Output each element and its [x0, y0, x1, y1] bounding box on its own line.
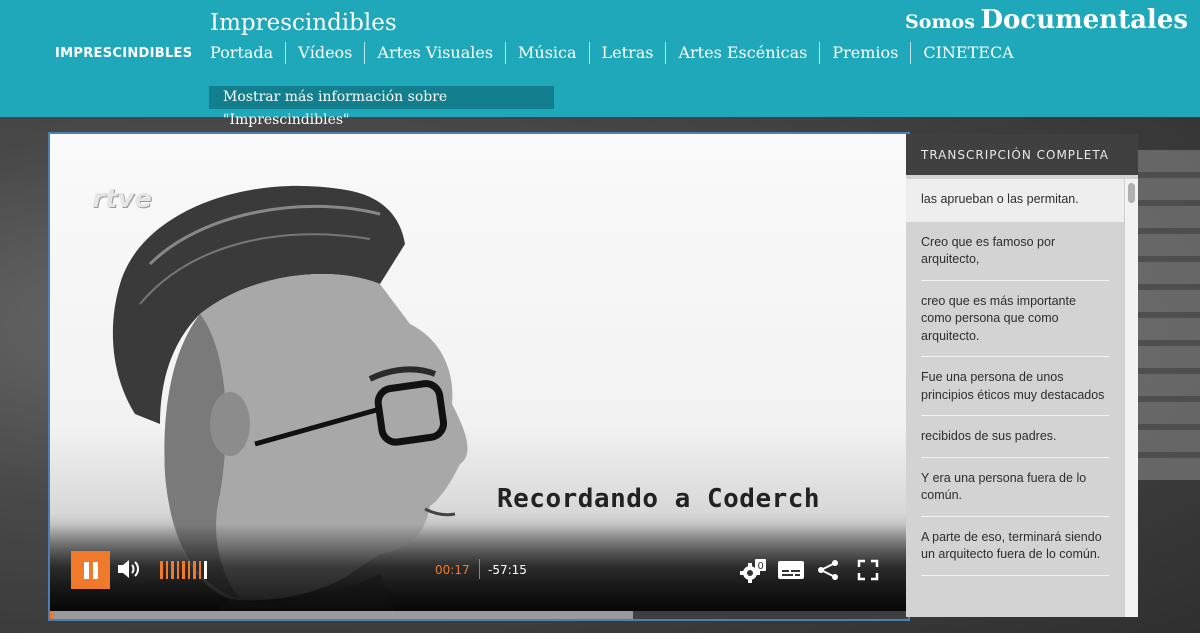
transcript-item[interactable]: recibidos de sus padres. — [921, 416, 1109, 458]
transcript-item[interactable]: creo que es más importante como persona … — [921, 281, 1109, 357]
transcript-item[interactable]: A parte de eso, terminará siendo un arqu… — [921, 517, 1109, 576]
subtitles-icon[interactable] — [777, 558, 805, 582]
transcript-item[interactable]: Creo que es famoso por arquitecto, — [921, 222, 1109, 281]
nav-item-artes-visuales[interactable]: Artes Visuales — [364, 42, 505, 64]
nav-item-cineteca[interactable]: CINETECA — [910, 42, 1025, 64]
volume-bar — [171, 561, 174, 579]
page-title[interactable]: Imprescindibles — [210, 10, 397, 36]
nav-item-portada[interactable]: Portada — [210, 42, 285, 64]
volume-bar — [198, 561, 201, 579]
share-icon[interactable] — [816, 558, 840, 582]
pause-button[interactable] — [71, 551, 110, 589]
main-nav: Portada Vídeos Artes Visuales Música Let… — [210, 42, 1026, 64]
volume-bar — [165, 561, 168, 579]
nav-item-videos[interactable]: Vídeos — [285, 42, 364, 64]
transcript-item[interactable]: Y era una persona fuera de lo común. — [921, 458, 1109, 517]
volume-bar — [160, 561, 163, 579]
svg-text:0: 0 — [758, 561, 764, 572]
transcript-panel: TRANSCRIPCIÓN COMPLETA las aprueban o la… — [906, 134, 1138, 617]
settings-icon[interactable]: 0 — [739, 558, 767, 584]
more-info-button[interactable]: Mostrar más información sobre "Imprescin… — [209, 86, 554, 128]
played-bar — [50, 611, 54, 619]
brand-big-text: Documentales — [980, 5, 1189, 35]
progress-bar[interactable] — [50, 611, 908, 619]
transcript-item[interactable]: las aprueban o las permitan. — [906, 179, 1124, 222]
fullscreen-icon[interactable] — [856, 558, 880, 582]
volume-bar — [204, 561, 207, 579]
time-divider — [479, 559, 480, 579]
buffer-bar — [50, 611, 633, 619]
player-controls: 00:17 -57:15 0 — [50, 524, 908, 619]
volume-icon[interactable] — [116, 557, 142, 581]
imprescindibles-logo[interactable]: IMPRESCINDIBLES — [55, 46, 192, 61]
video-frame[interactable]: rtve Recordando a Coderch 00:17 -57:15 0 — [50, 134, 908, 619]
volume-bar — [182, 561, 185, 579]
current-time: 00:17 — [435, 563, 470, 577]
transcript-scrollbar[interactable] — [1124, 179, 1138, 617]
pause-icon-bar — [92, 561, 98, 579]
transcript-item[interactable]: Fue una persona de unos principios ético… — [921, 357, 1109, 416]
volume-bar — [187, 561, 190, 579]
volume-slider[interactable] — [160, 561, 207, 579]
brand-small-text: Somos — [905, 11, 975, 33]
video-caption: Recordando a Coderch — [497, 484, 821, 514]
somos-documentales-logo[interactable]: Somos Documentales — [905, 5, 1188, 35]
video-player[interactable]: rtve Recordando a Coderch 00:17 -57:15 0 — [48, 132, 910, 621]
transcript-list[interactable]: las aprueban o las permitan. Creo que es… — [906, 179, 1124, 617]
site-header: IMPRESCINDIBLES Imprescindibles Portada … — [0, 0, 1200, 128]
remaining-time: -57:15 — [488, 563, 527, 577]
transcript-heading: TRANSCRIPCIÓN COMPLETA — [906, 134, 1138, 175]
nav-item-letras[interactable]: Letras — [588, 42, 666, 64]
pause-icon — [83, 561, 89, 579]
volume-bar — [176, 561, 179, 579]
nav-item-premios[interactable]: Premios — [819, 42, 910, 64]
scrollbar-thumb[interactable] — [1128, 183, 1135, 203]
volume-bar — [193, 561, 196, 579]
background-building — [1130, 150, 1200, 480]
rtve-watermark: rtve — [92, 184, 152, 214]
nav-item-artes-escenicas[interactable]: Artes Escénicas — [665, 42, 819, 64]
nav-item-musica[interactable]: Música — [505, 42, 589, 64]
